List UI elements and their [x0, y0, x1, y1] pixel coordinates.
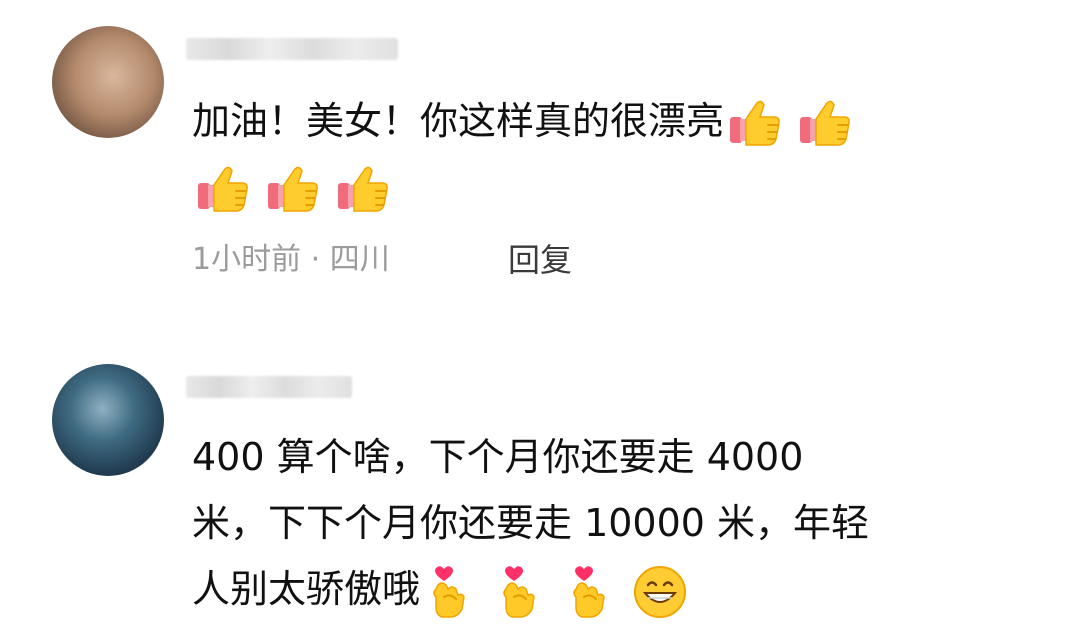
thumbs-up-icon: [332, 161, 392, 219]
thumbs-up-icon: [794, 95, 854, 153]
comment-item: 加油！美女！你这样真的很漂亮 1小时前 · 四川 回复: [0, 0, 1076, 320]
comment-text-line: 加油！美女！你这样真的很漂亮: [192, 99, 725, 143]
comment-text-line: 400 算个啥，下个月你还要走 4000: [192, 435, 804, 479]
comment-item: 400 算个啥，下个月你还要走 4000 米，下下个月你还要走 10000 米，…: [0, 340, 1076, 638]
reply-button[interactable]: 回复: [508, 240, 572, 280]
thumbs-up-icon: [724, 95, 784, 153]
avatar[interactable]: [52, 26, 164, 138]
comment-text: 加油！美女！你这样真的很漂亮: [192, 88, 1032, 220]
comment-meta-time-location: 1小时前 · 四川: [192, 242, 390, 277]
thumbs-up-icon: [192, 161, 252, 219]
finger-heart-icon: [560, 563, 620, 621]
username-redacted[interactable]: [186, 376, 352, 398]
username-redacted[interactable]: [186, 38, 398, 60]
comment-text-line: 人别太骄傲哦: [192, 567, 421, 611]
comment-text-line: 米，下下个月你还要走 10000 米，年轻: [192, 501, 870, 545]
finger-heart-icon: [420, 563, 480, 621]
grinning-face-icon: [630, 563, 690, 621]
comment-text: 400 算个啥，下个月你还要走 4000 米，下下个月你还要走 10000 米，…: [192, 424, 1032, 622]
avatar[interactable]: [52, 364, 164, 476]
thumbs-up-icon: [262, 161, 322, 219]
finger-heart-icon: [490, 563, 550, 621]
